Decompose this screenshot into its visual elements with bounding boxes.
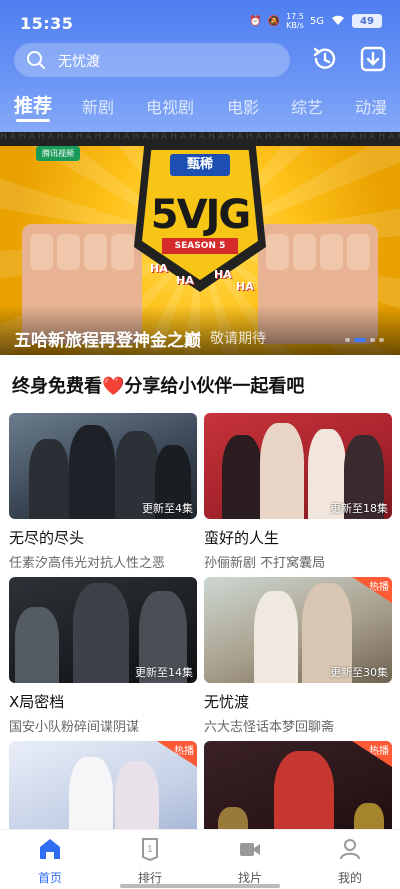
status-bar: 15:35 ⏰ 🔕 17.5 KB/s 5G 49 bbox=[0, 0, 400, 44]
nav-profile-label: 我的 bbox=[337, 871, 362, 885]
search-placeholder: 无忧渡 bbox=[58, 54, 100, 70]
update-badge: 更新至4集 bbox=[142, 502, 193, 515]
wifi-icon bbox=[330, 14, 346, 29]
ranking-icon: 1 bbox=[142, 838, 158, 862]
pagination-dot-active bbox=[354, 338, 366, 342]
drama-card[interactable]: 热播 更新至30集 无忧渡 六大志怪话本梦回聊斋 bbox=[204, 577, 392, 735]
banner-subtitle: 敬请期待 bbox=[210, 331, 266, 347]
tab-new-drama[interactable]: 新剧 bbox=[82, 94, 114, 118]
app: 15:35 ⏰ 🔕 17.5 KB/s 5G 49 无忧渡 推荐 新剧 电视剧 … bbox=[0, 0, 400, 889]
drama-title: 蛮好的人生 bbox=[204, 529, 280, 547]
download-icon[interactable] bbox=[358, 44, 388, 74]
user-icon bbox=[340, 839, 360, 860]
show-logo-season: SEASON 5 bbox=[162, 238, 238, 254]
drama-poster: 更新至4集 bbox=[9, 413, 197, 519]
drama-title: 无忧渡 bbox=[204, 693, 250, 711]
home-indicator[interactable] bbox=[120, 884, 280, 888]
nav-ranking[interactable]: 1 排行 bbox=[120, 836, 180, 886]
search-bar[interactable]: 无忧渡 bbox=[14, 43, 290, 77]
drama-card[interactable]: 更新至14集 X局密档 国安小队粉碎间谍阴谋 bbox=[9, 577, 197, 735]
pagination-dot bbox=[379, 338, 384, 342]
hot-badge: 热播 bbox=[352, 577, 392, 603]
svg-text:1: 1 bbox=[147, 845, 153, 855]
drama-subtitle: 国安小队粉碎间谍阴谋 bbox=[9, 720, 140, 735]
speed-unit: KB/s bbox=[286, 21, 304, 30]
drama-poster: 热播 更新至30集 bbox=[204, 577, 392, 683]
speed-value: 17.5 bbox=[286, 12, 304, 21]
hero-banner[interactable]: HAHAHAHAHAHAHAHAHAHAHAHAHAHAHAHAHAHAHAHA… bbox=[0, 132, 400, 355]
tab-tv-series[interactable]: 电视剧 bbox=[146, 94, 194, 118]
drama-poster: 更新至18集 bbox=[204, 413, 392, 519]
mute-icon: 🔕 bbox=[267, 15, 281, 27]
network-label: 5G bbox=[309, 15, 324, 27]
update-badge: 更新至18集 bbox=[330, 502, 388, 515]
search-icon bbox=[27, 51, 45, 69]
show-logo-brand: 甄稀 bbox=[170, 154, 230, 176]
pagination-dot bbox=[370, 338, 375, 342]
ha-decoration: HA bbox=[236, 280, 254, 293]
ha-decoration: HA bbox=[214, 268, 232, 281]
hot-badge: 热播 bbox=[157, 741, 197, 767]
drama-title: X局密档 bbox=[9, 693, 65, 711]
show-logo-text: 5VJG bbox=[150, 192, 252, 238]
category-tabs: 推荐 新剧 电视剧 电影 综艺 动漫 bbox=[0, 90, 400, 126]
tab-indicator bbox=[16, 119, 50, 122]
drama-subtitle: 孙俪新剧 不打窝囊局 bbox=[204, 556, 326, 571]
update-badge: 更新至30集 bbox=[330, 666, 388, 679]
nav-home[interactable]: 首页 bbox=[20, 836, 80, 886]
drama-card[interactable]: 更新至18集 蛮好的人生 孙俪新剧 不打窝囊局 bbox=[204, 413, 392, 571]
drama-subtitle: 任素汐高伟光对抗人性之恶 bbox=[9, 556, 166, 571]
banner-channel-badge: 腾讯视频 bbox=[36, 146, 80, 161]
ha-decoration: HA bbox=[176, 274, 194, 287]
hot-badge: 热播 bbox=[352, 741, 392, 767]
update-badge: 更新至14集 bbox=[135, 666, 193, 679]
tab-variety[interactable]: 综艺 bbox=[291, 94, 323, 118]
drama-subtitle: 六大志怪话本梦回聊斋 bbox=[204, 720, 335, 735]
ha-decoration: HA bbox=[150, 262, 168, 275]
banner-title: 五哈新旅程再登神金之巅 bbox=[14, 331, 201, 351]
alarm-icon: ⏰ bbox=[249, 15, 262, 27]
tab-recommend[interactable]: 推荐 bbox=[14, 91, 52, 118]
history-icon[interactable] bbox=[310, 44, 340, 74]
nav-profile[interactable]: 我的 bbox=[320, 836, 380, 886]
nav-discover[interactable]: 找片 bbox=[220, 836, 280, 886]
battery-icon: 49 bbox=[352, 14, 382, 28]
banner-pagination bbox=[345, 338, 384, 342]
pagination-dot bbox=[345, 338, 350, 342]
video-camera-icon bbox=[240, 843, 260, 856]
status-icons: ⏰ 🔕 17.5 KB/s 5G 49 bbox=[249, 12, 382, 30]
drama-title: 无尽的尽头 bbox=[9, 529, 85, 547]
status-time: 15:35 bbox=[20, 14, 74, 33]
tab-anime[interactable]: 动漫 bbox=[355, 94, 387, 118]
section-title: 终身免费看❤️分享给小伙伴一起看吧 bbox=[12, 376, 305, 397]
home-icon bbox=[40, 839, 60, 859]
bottom-nav: 首页 1 排行 找片 我的 bbox=[0, 829, 400, 889]
tab-movie[interactable]: 电影 bbox=[227, 94, 259, 118]
drama-poster: 更新至14集 bbox=[9, 577, 197, 683]
network-speed: 17.5 KB/s bbox=[286, 12, 304, 30]
header: 15:35 ⏰ 🔕 17.5 KB/s 5G 49 无忧渡 推荐 新剧 电视剧 … bbox=[0, 0, 400, 132]
drama-card[interactable]: 更新至4集 无尽的尽头 任素汐高伟光对抗人性之恶 bbox=[9, 413, 197, 571]
nav-home-label: 首页 bbox=[37, 871, 62, 885]
